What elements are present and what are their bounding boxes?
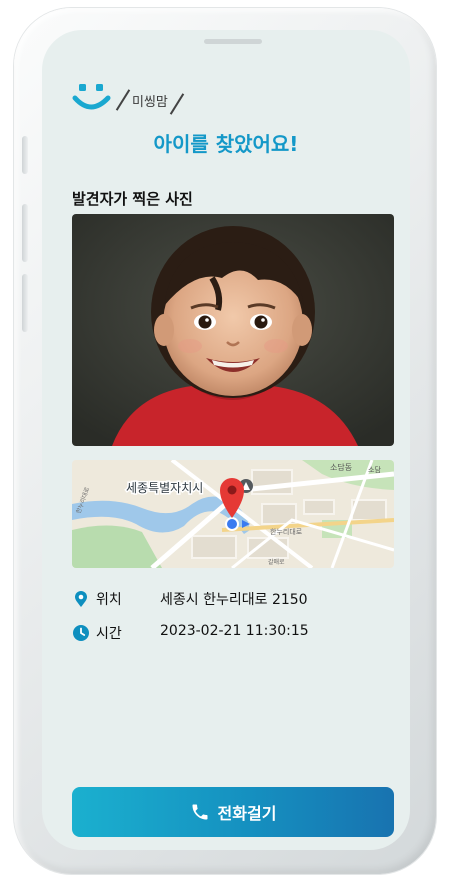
map-canvas: 세종특별자치시 소담동 소담 한누리대로 한누리대로 갈매로: [72, 460, 394, 568]
clock-icon: [73, 625, 89, 641]
call-button[interactable]: 전화걸기: [72, 787, 394, 837]
brand-slash: [115, 89, 131, 111]
brand-mark: 미씽맘: [115, 88, 218, 116]
location-pin-icon: [75, 591, 87, 607]
finder-photo: [72, 214, 394, 446]
map-label-road: 한누리대로: [270, 527, 303, 536]
location-value: 세종시 한누리대로 2150: [160, 592, 308, 608]
smiley-logo-icon: [72, 84, 111, 110]
map-label-district: 소담동: [330, 462, 352, 472]
brand-name: 미씽맘: [132, 95, 168, 110]
brand-slash: [169, 93, 185, 115]
side-button: [22, 204, 28, 262]
time-label: 시간: [96, 626, 122, 642]
page-title: 아이를 찾았어요!: [153, 132, 299, 156]
phone-icon: [192, 804, 208, 820]
map-label-city: 세종특별자치시: [126, 481, 203, 495]
map-label-road: 갈매로: [268, 558, 285, 566]
phone-screen: 미씽맘 아이를 찾았어요! 발견자가 찍은 사진 세종특별자치시 소담동 소담 …: [42, 30, 410, 850]
time-value: 2023-02-21 11:30:15: [160, 623, 309, 639]
map-label-district-right: 소담: [368, 465, 381, 474]
side-button: [22, 136, 28, 174]
photo-section-title: 발견자가 찍은 사진: [72, 190, 193, 208]
location-label: 위치: [96, 592, 122, 608]
child-photo-image: [72, 214, 394, 446]
call-button-label: 전화걸기: [217, 804, 277, 823]
speaker-notch: [204, 39, 262, 44]
location-map[interactable]: 세종특별자치시 소담동 소담 한누리대로 한누리대로 갈매로: [72, 460, 394, 568]
side-button: [22, 274, 28, 332]
